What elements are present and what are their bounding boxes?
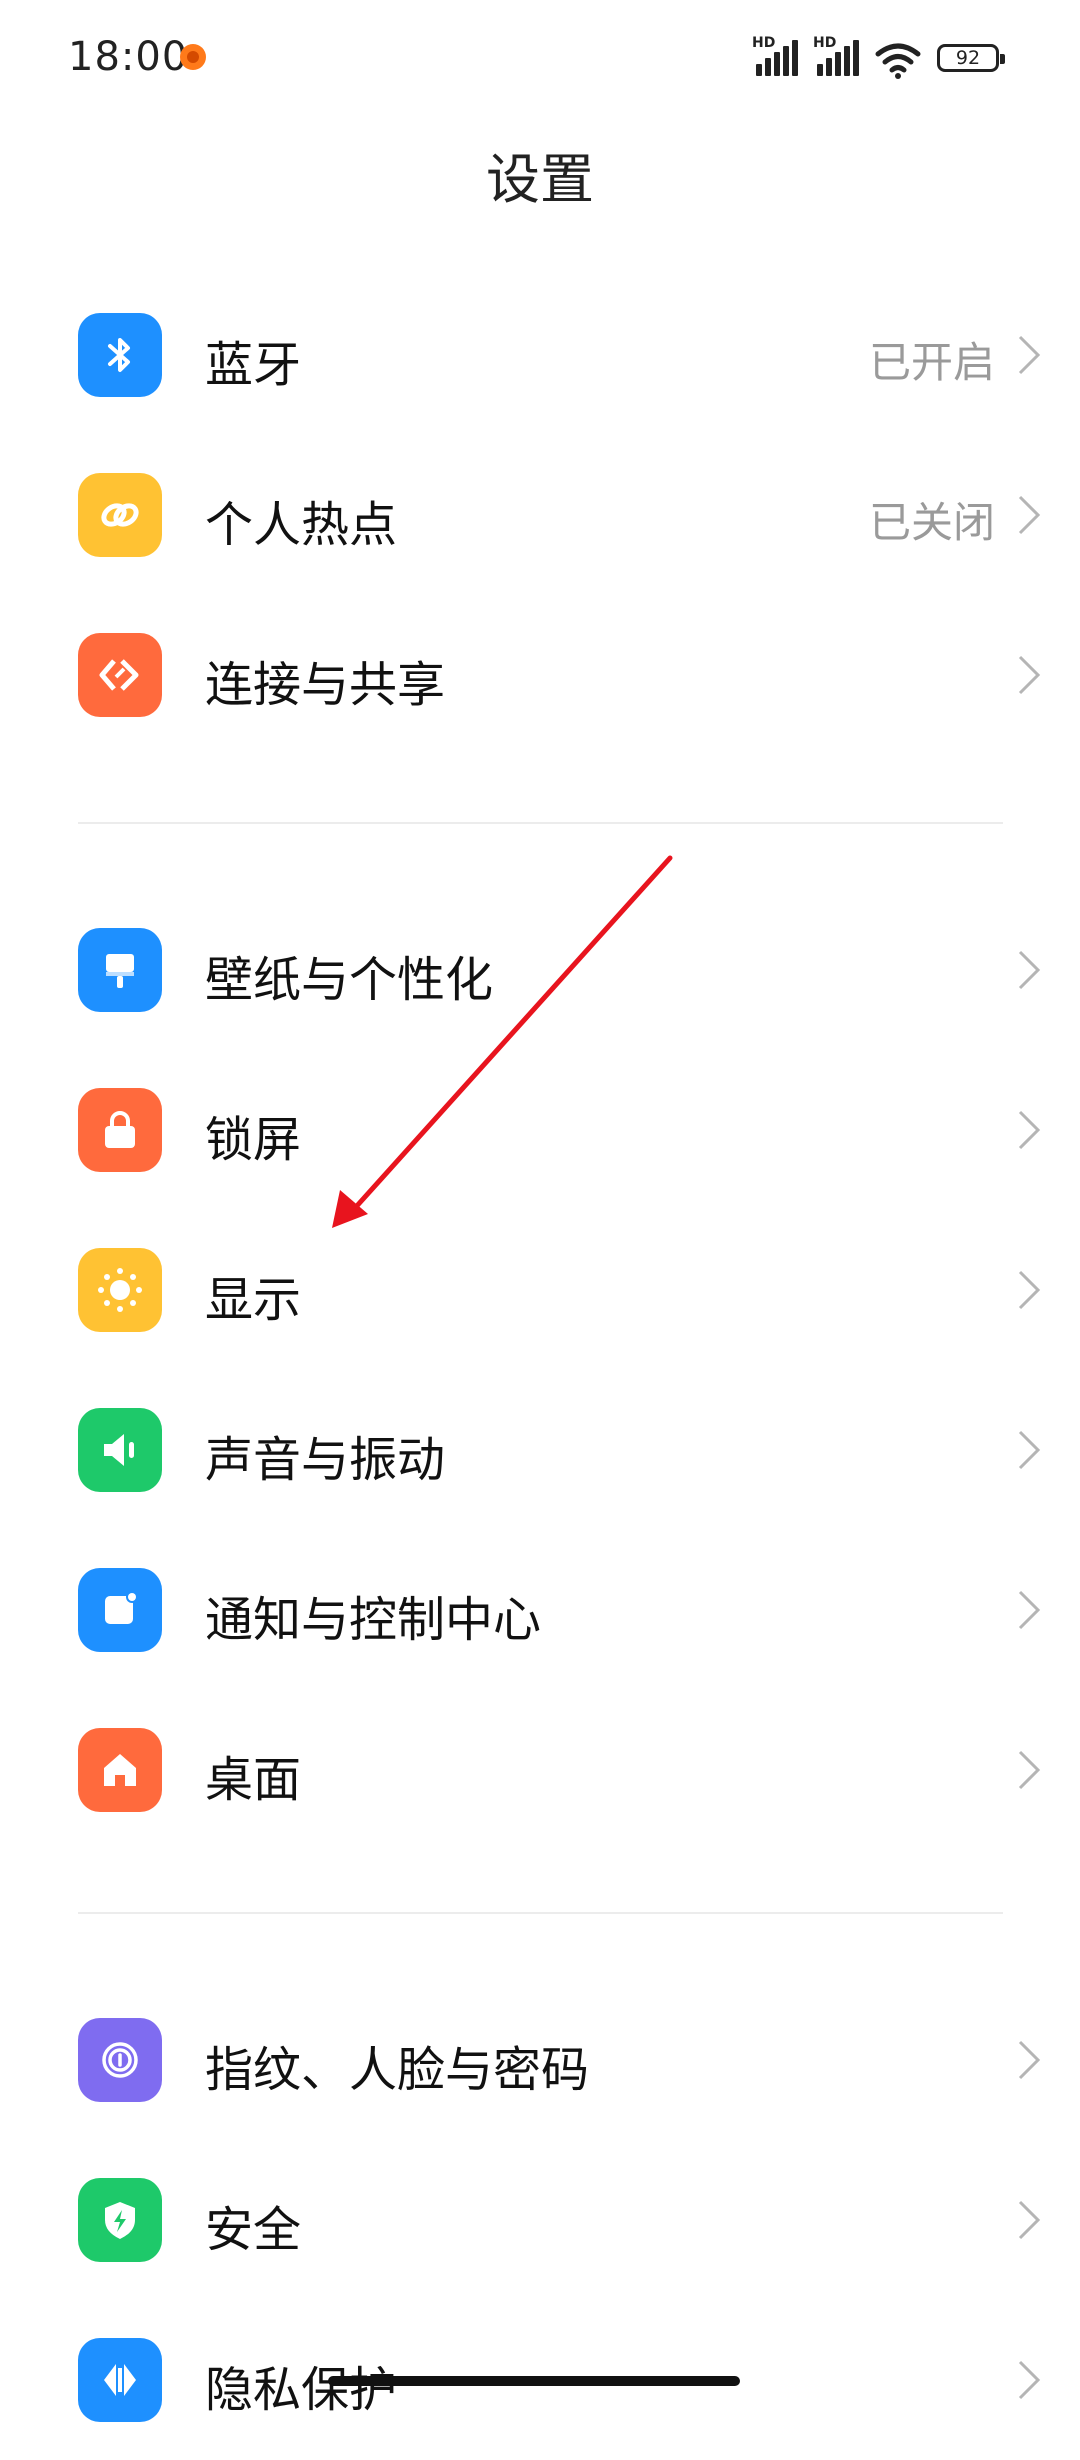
settings-item-display[interactable]: 显示 <box>0 1210 1080 1370</box>
notification-dot-icon <box>180 44 206 70</box>
settings-item-label: 指纹、人脸与密码 <box>205 2042 590 2098</box>
settings-item-label: 安全 <box>205 2202 302 2258</box>
settings-item-label: 蓝牙 <box>205 337 302 393</box>
settings-item-connection-sharing[interactable]: 连接与共享 <box>0 595 1080 755</box>
share-icon <box>78 633 162 717</box>
chevron-right-icon <box>1018 1590 1041 1630</box>
settings-item-notifications[interactable]: 通知与控制中心 <box>0 1530 1080 1690</box>
brightness-icon <box>78 1248 162 1332</box>
chevron-right-icon <box>1018 1270 1041 1310</box>
status-time: 18:00 <box>68 34 189 80</box>
status-bar: 18:00 HD HD 92 <box>0 0 1080 115</box>
settings-item-label: 通知与控制中心 <box>205 1592 542 1648</box>
speaker-icon <box>78 1408 162 1492</box>
chevron-right-icon <box>1018 2200 1041 2240</box>
fingerprint-icon <box>78 2018 162 2102</box>
chevron-right-icon <box>1018 2360 1041 2400</box>
home-icon <box>78 1728 162 1812</box>
home-indicator[interactable] <box>328 2376 740 2386</box>
chevron-right-icon <box>1018 1110 1041 1150</box>
settings-item-label: 连接与共享 <box>205 657 446 713</box>
settings-item-label: 锁屏 <box>205 1112 302 1168</box>
settings-item-label: 壁纸与个性化 <box>205 952 494 1008</box>
wallpaper-icon <box>78 928 162 1012</box>
settings-item-label: 声音与振动 <box>205 1432 446 1488</box>
settings-item-value: 已关闭 <box>868 498 995 547</box>
settings-item-bluetooth[interactable]: 蓝牙 已开启 <box>0 275 1080 435</box>
settings-item-label: 显示 <box>205 1272 302 1328</box>
settings-item-lock-screen[interactable]: 锁屏 <box>0 1050 1080 1210</box>
wifi-icon <box>874 40 922 80</box>
settings-item-biometrics[interactable]: 指纹、人脸与密码 <box>0 1980 1080 2140</box>
settings-item-label: 个人热点 <box>205 497 398 553</box>
battery-icon: 92 <box>937 44 1005 72</box>
chevron-right-icon <box>1018 335 1041 375</box>
lock-icon <box>78 1088 162 1172</box>
settings-item-value: 已开启 <box>868 338 995 387</box>
chevron-right-icon <box>1018 950 1041 990</box>
settings-item-security[interactable]: 安全 <box>0 2140 1080 2300</box>
chevron-right-icon <box>1018 2040 1041 2080</box>
chevron-right-icon <box>1018 1430 1041 1470</box>
settings-item-sound-vibration[interactable]: 声音与振动 <box>0 1370 1080 1530</box>
settings-item-home-screen[interactable]: 桌面 <box>0 1690 1080 1850</box>
chevron-right-icon <box>1018 1750 1041 1790</box>
bluetooth-icon <box>78 313 162 397</box>
page-title: 设置 <box>486 148 594 211</box>
settings-item-label: 桌面 <box>205 1752 302 1808</box>
hotspot-icon <box>78 473 162 557</box>
privacy-icon <box>78 2338 162 2422</box>
cell-signal-icon: HD <box>813 36 865 76</box>
section-divider <box>78 1912 1003 1914</box>
shield-icon <box>78 2178 162 2262</box>
notification-icon <box>78 1568 162 1652</box>
chevron-right-icon <box>1018 495 1041 535</box>
section-divider <box>78 822 1003 824</box>
settings-item-wallpaper[interactable]: 壁纸与个性化 <box>0 890 1080 1050</box>
cell-signal-icon: HD <box>752 36 804 76</box>
chevron-right-icon <box>1018 655 1041 695</box>
settings-item-hotspot[interactable]: 个人热点 已关闭 <box>0 435 1080 595</box>
